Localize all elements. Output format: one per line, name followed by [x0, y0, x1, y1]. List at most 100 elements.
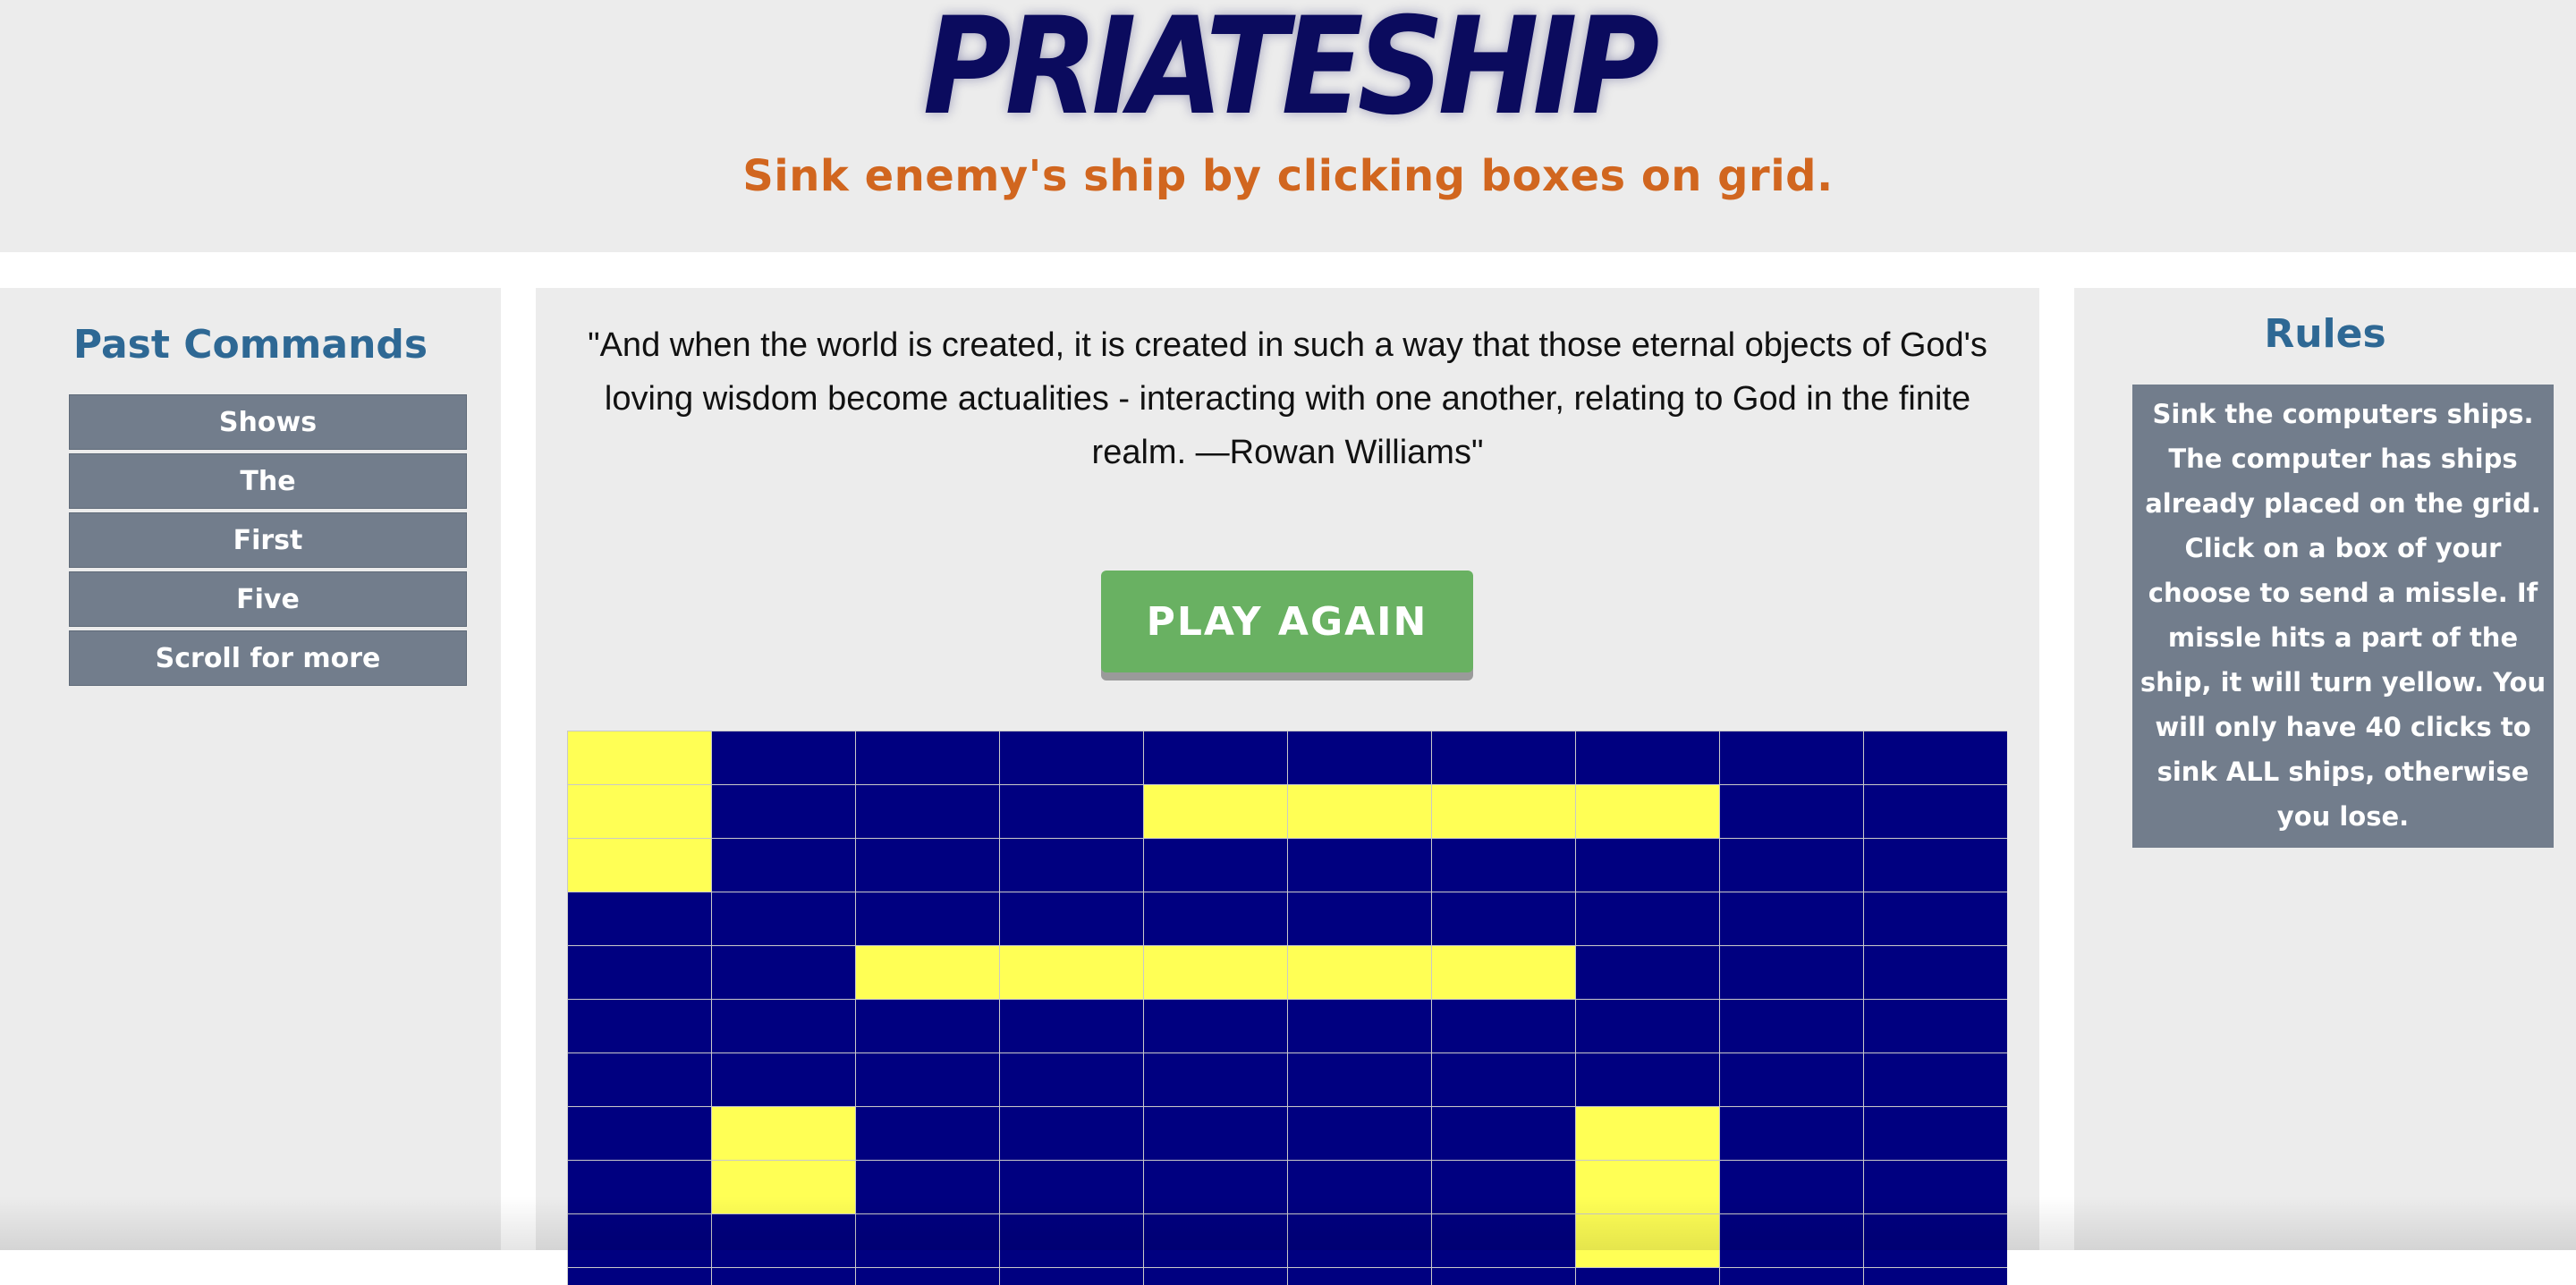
grid-cell-water[interactable]: [568, 1214, 712, 1268]
game-grid[interactable]: [567, 731, 2007, 1285]
grid-cell-water[interactable]: [568, 1268, 712, 1285]
grid-cell-water[interactable]: [712, 1053, 856, 1107]
past-command-item[interactable]: Five: [69, 571, 467, 627]
grid-cell-water[interactable]: [1288, 1107, 1432, 1161]
grid-cell-water[interactable]: [1000, 1161, 1144, 1214]
grid-cell-water[interactable]: [568, 1107, 712, 1161]
past-command-item[interactable]: Shows: [69, 394, 467, 450]
grid-cell-water[interactable]: [1720, 839, 1864, 892]
grid-cell-hit[interactable]: [1000, 946, 1144, 1000]
grid-cell-hit[interactable]: [1576, 1161, 1720, 1214]
grid-cell-water[interactable]: [1720, 892, 1864, 946]
grid-cell-water[interactable]: [1000, 892, 1144, 946]
grid-cell-water[interactable]: [1432, 1107, 1576, 1161]
grid-cell-water[interactable]: [1288, 731, 1432, 785]
past-command-item[interactable]: Scroll for more: [69, 630, 467, 686]
grid-cell-water[interactable]: [1000, 1268, 1144, 1285]
grid-cell-water[interactable]: [1576, 731, 1720, 785]
grid-cell-water[interactable]: [568, 1000, 712, 1053]
grid-cell-hit[interactable]: [856, 946, 1000, 1000]
grid-cell-water[interactable]: [1144, 839, 1288, 892]
grid-cell-water[interactable]: [1720, 946, 1864, 1000]
grid-cell-water[interactable]: [1432, 1214, 1576, 1268]
grid-cell-water[interactable]: [1144, 1161, 1288, 1214]
grid-cell-water[interactable]: [568, 1053, 712, 1107]
grid-cell-water[interactable]: [712, 785, 856, 839]
grid-cell-water[interactable]: [1720, 785, 1864, 839]
grid-cell-hit[interactable]: [1288, 785, 1432, 839]
play-again-button[interactable]: PLAY AGAIN: [1101, 571, 1473, 672]
grid-cell-water[interactable]: [1144, 1268, 1288, 1285]
grid-cell-water[interactable]: [1432, 1000, 1576, 1053]
grid-cell-water[interactable]: [856, 1107, 1000, 1161]
grid-cell-water[interactable]: [1720, 731, 1864, 785]
grid-cell-hit[interactable]: [1144, 785, 1288, 839]
grid-cell-water[interactable]: [1720, 1268, 1864, 1285]
grid-cell-water[interactable]: [1000, 785, 1144, 839]
grid-cell-water[interactable]: [1576, 1053, 1720, 1107]
grid-cell-water[interactable]: [1000, 1053, 1144, 1107]
grid-cell-water[interactable]: [856, 1268, 1000, 1285]
grid-cell-water[interactable]: [712, 892, 856, 946]
grid-cell-water[interactable]: [1864, 839, 2007, 892]
grid-cell-water[interactable]: [1864, 1268, 2007, 1285]
past-command-item[interactable]: First: [69, 512, 467, 568]
grid-cell-water[interactable]: [1000, 1107, 1144, 1161]
grid-cell-hit[interactable]: [1576, 785, 1720, 839]
grid-cell-water[interactable]: [712, 1214, 856, 1268]
grid-cell-hit[interactable]: [1576, 1214, 1720, 1268]
grid-cell-water[interactable]: [1288, 839, 1432, 892]
grid-cell-water[interactable]: [1288, 1161, 1432, 1214]
grid-cell-water[interactable]: [1144, 1000, 1288, 1053]
grid-cell-water[interactable]: [856, 785, 1000, 839]
grid-cell-hit[interactable]: [568, 785, 712, 839]
grid-cell-water[interactable]: [1000, 1214, 1144, 1268]
grid-cell-water[interactable]: [712, 731, 856, 785]
grid-cell-water[interactable]: [1288, 1268, 1432, 1285]
grid-cell-water[interactable]: [1000, 1000, 1144, 1053]
grid-cell-water[interactable]: [1720, 1000, 1864, 1053]
grid-cell-water[interactable]: [1576, 1268, 1720, 1285]
grid-cell-water[interactable]: [1144, 1214, 1288, 1268]
grid-cell-water[interactable]: [1144, 1107, 1288, 1161]
grid-cell-water[interactable]: [856, 892, 1000, 946]
grid-cell-hit[interactable]: [568, 839, 712, 892]
grid-cell-water[interactable]: [1720, 1214, 1864, 1268]
grid-cell-water[interactable]: [1864, 1000, 2007, 1053]
grid-cell-water[interactable]: [1432, 1161, 1576, 1214]
grid-cell-water[interactable]: [1576, 1000, 1720, 1053]
grid-cell-water[interactable]: [1432, 1268, 1576, 1285]
grid-cell-water[interactable]: [1288, 1053, 1432, 1107]
grid-cell-water[interactable]: [1720, 1053, 1864, 1107]
grid-cell-water[interactable]: [1432, 892, 1576, 946]
grid-cell-water[interactable]: [1288, 892, 1432, 946]
grid-cell-water[interactable]: [1864, 1214, 2007, 1268]
grid-cell-water[interactable]: [1288, 1214, 1432, 1268]
grid-cell-water[interactable]: [856, 1053, 1000, 1107]
grid-cell-water[interactable]: [856, 1161, 1000, 1214]
grid-cell-water[interactable]: [1432, 1053, 1576, 1107]
grid-cell-water[interactable]: [1720, 1107, 1864, 1161]
grid-cell-water[interactable]: [1288, 1000, 1432, 1053]
grid-cell-water[interactable]: [856, 731, 1000, 785]
grid-cell-water[interactable]: [1432, 731, 1576, 785]
grid-cell-hit[interactable]: [1576, 1107, 1720, 1161]
grid-cell-water[interactable]: [568, 892, 712, 946]
grid-cell-hit[interactable]: [1432, 785, 1576, 839]
grid-cell-water[interactable]: [712, 1268, 856, 1285]
grid-cell-water[interactable]: [1864, 1053, 2007, 1107]
grid-cell-hit[interactable]: [1432, 946, 1576, 1000]
grid-cell-water[interactable]: [856, 1000, 1000, 1053]
grid-cell-water[interactable]: [1864, 892, 2007, 946]
past-command-item[interactable]: The: [69, 453, 467, 509]
grid-cell-water[interactable]: [1720, 1161, 1864, 1214]
grid-cell-water[interactable]: [712, 946, 856, 1000]
grid-cell-water[interactable]: [1144, 1053, 1288, 1107]
grid-cell-water[interactable]: [1576, 946, 1720, 1000]
grid-cell-water[interactable]: [1000, 731, 1144, 785]
grid-cell-water[interactable]: [1864, 1107, 2007, 1161]
grid-cell-water[interactable]: [856, 839, 1000, 892]
grid-cell-hit[interactable]: [1288, 946, 1432, 1000]
grid-cell-water[interactable]: [1000, 839, 1144, 892]
grid-cell-hit[interactable]: [1144, 946, 1288, 1000]
